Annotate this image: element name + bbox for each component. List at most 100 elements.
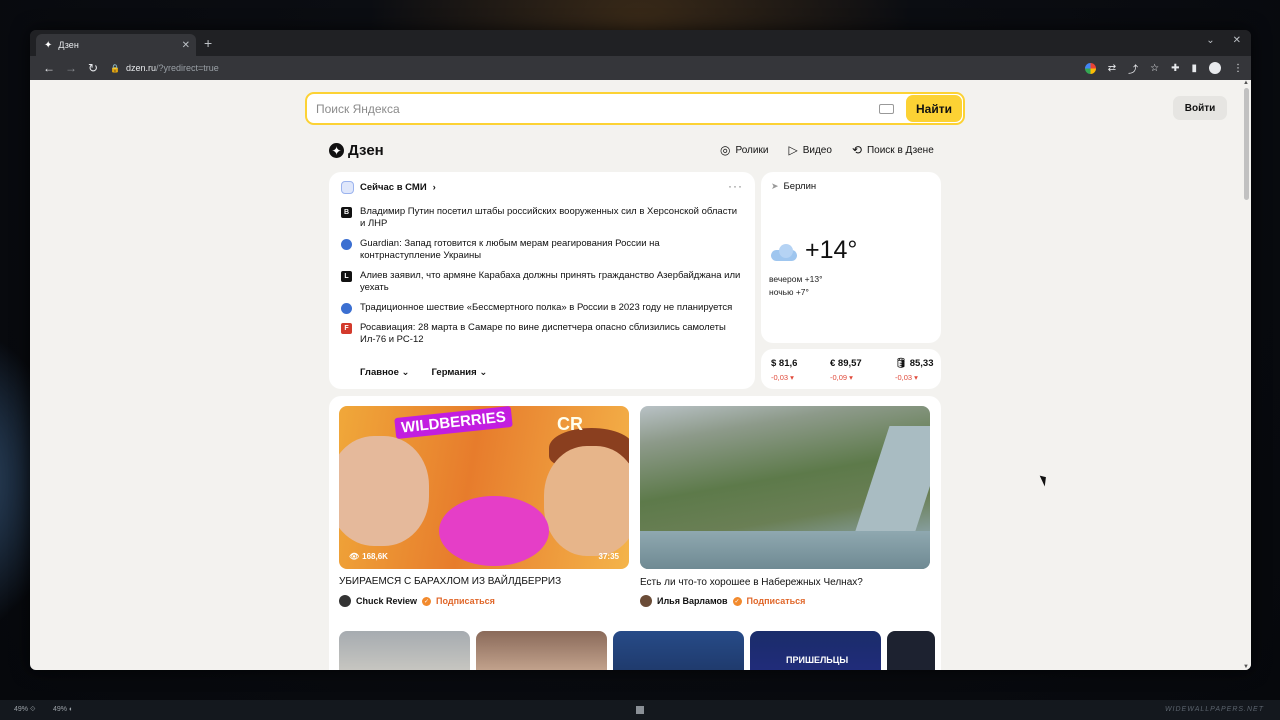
weather-card[interactable]: ➤ Берлин +14° вечером +13° ночью +7°	[761, 172, 941, 343]
bookmark-star-icon[interactable]: ☆	[1150, 63, 1159, 74]
news-tab-main[interactable]: Главное ⌄	[360, 367, 410, 378]
video-duration: 37:35	[598, 552, 619, 561]
mini-thumbnail[interactable]	[476, 631, 607, 670]
feed-title-1[interactable]: УБИРАЕМСЯ С БАРАХЛОМ ИЗ ВАЙЛДБЕРРИЗ	[339, 576, 561, 587]
profile-avatar-icon[interactable]	[1209, 62, 1221, 74]
news-item[interactable]: L Алиев заявил, что армяне Карабаха долж…	[341, 270, 743, 294]
rate-oil-value: 🛢 85,33	[895, 358, 934, 369]
translate-icon[interactable]: ⇄	[1108, 63, 1116, 74]
close-window-icon[interactable]: ✕	[1233, 35, 1241, 46]
rate-eur-change: -0,09 ▾	[830, 373, 853, 382]
chevron-down-icon: ⌄	[401, 367, 410, 378]
weather-city: ➤ Берлин	[771, 181, 816, 192]
rate-usd-change: -0,03 ▾	[771, 373, 794, 382]
share-icon[interactable]: ⤴	[1128, 61, 1138, 76]
thumbnail-pink-toy	[439, 496, 549, 566]
chevron-down-icon: ⌄	[479, 367, 488, 378]
news-card: Сейчас в СМИ › ··· B Владимир Путин посе…	[329, 172, 755, 389]
reload-icon[interactable]: ↻	[82, 61, 104, 75]
news-item[interactable]: Guardian: Запад готовится к любым мерам …	[341, 238, 743, 262]
nav-search-label: Поиск в Дзене	[866, 144, 934, 156]
search-icon: ⟲	[851, 143, 862, 157]
dzen-logo-icon: ✦	[329, 143, 344, 158]
taskbar-indicator-2[interactable]: 49% ◐	[53, 706, 73, 713]
news-item[interactable]: B Владимир Путин посетил штабы российски…	[341, 206, 743, 230]
login-button[interactable]: Войти	[1173, 96, 1227, 120]
news-header[interactable]: Сейчас в СМИ ›	[341, 181, 436, 194]
window-controls: ⌄ ✕	[1206, 35, 1241, 46]
thumbnail-river	[850, 426, 930, 546]
mini-thumbnail[interactable]: ПРИШЕЛЬЦЫ	[750, 631, 881, 670]
menu-kebab-icon[interactable]: ⋮	[1233, 63, 1243, 74]
new-tab-icon[interactable]: +	[204, 35, 212, 51]
author-row-1: Chuck Review ✓ Подписаться	[339, 595, 495, 607]
taskbar-app-icon[interactable]	[636, 706, 644, 714]
scroll-up-icon[interactable]: ▲	[1243, 80, 1249, 86]
keyboard-icon[interactable]	[879, 103, 894, 114]
news-item-text: Владимир Путин посетил штабы российских …	[360, 206, 738, 229]
shorts-icon: ◎	[720, 143, 731, 157]
news-item[interactable]: F Росавиация: 28 марта в Самаре по вине …	[341, 322, 743, 346]
location-arrow-icon: ➤	[771, 181, 779, 191]
news-item-text: Традиционное шествие «Бессмертного полка…	[360, 302, 733, 313]
logo-text: Дзен	[348, 142, 384, 159]
video-views: 👁 168,6K	[349, 552, 388, 561]
nav-search-dzen[interactable]: ⟲ Поиск в Дзене	[852, 143, 934, 157]
mini-thumbnail[interactable]	[339, 631, 470, 670]
thumbnail-cr-label: CR	[557, 414, 583, 434]
rate-usd-value: $ 81,6	[771, 358, 798, 369]
side-panel-icon[interactable]: ▮	[1191, 63, 1197, 74]
search-input[interactable]: Поиск Яндекса	[316, 102, 879, 116]
forecast-night: ночью +7°	[769, 287, 809, 297]
lock-icon: 🔒	[110, 63, 120, 73]
video-thumbnail-wildberries[interactable]: WILDBERRIES CR 👁 168,6K 37:35	[339, 406, 629, 569]
news-item[interactable]: Традиционное шествие «Бессмертного полка…	[341, 302, 743, 314]
forward-arrow-icon[interactable]: →	[60, 61, 82, 75]
page-scrollbar[interactable]: ▲ ▼	[1241, 80, 1251, 670]
verified-check-icon: ✓	[732, 596, 742, 606]
url-query: /?yredirect=true	[156, 63, 219, 73]
back-arrow-icon[interactable]: ←	[38, 61, 60, 75]
thumbnail-water	[640, 531, 930, 569]
verified-check-icon: ✓	[422, 596, 432, 606]
more-options-icon[interactable]: ···	[728, 179, 743, 193]
nav-video[interactable]: ▷ Видео	[788, 143, 831, 157]
address-bar[interactable]: 🔒 dzen.ru/?yredirect=true	[104, 58, 1085, 78]
author-avatar[interactable]	[339, 595, 351, 607]
article-thumbnail-chelny[interactable]	[640, 406, 930, 569]
google-icon[interactable]	[1084, 62, 1096, 74]
subscribe-button[interactable]: Подписаться	[436, 596, 495, 606]
feed-title-2[interactable]: Есть ли что-то хорошее в Набережных Челн…	[640, 577, 863, 588]
close-tab-icon[interactable]: ✕	[182, 40, 190, 51]
source-l-icon: L	[341, 271, 352, 282]
source-globe-icon	[341, 239, 352, 250]
mini-thumbnail[interactable]	[887, 631, 935, 670]
dzen-logo[interactable]: ✦ Дзен	[329, 142, 384, 159]
author-name[interactable]: Илья Варламов	[657, 596, 728, 606]
rate-usd: $ 81,6 -0,03 ▾	[771, 358, 797, 382]
author-avatar[interactable]	[640, 595, 652, 607]
views-count: 168,6K	[362, 552, 388, 561]
tab-strip: ✦ Дзен ✕ + ⌄ ✕	[30, 30, 1251, 56]
taskbar-indicator-1[interactable]: 49% ⟐	[14, 706, 35, 714]
rate-oil-change: -0,03 ▾	[895, 373, 918, 382]
forecast-evening: вечером +13°	[769, 274, 823, 284]
subscribe-button[interactable]: Подписаться	[747, 596, 806, 606]
news-item-text: Росавиация: 28 марта в Самаре по вине ди…	[360, 322, 726, 345]
news-list: B Владимир Путин посетил штабы российски…	[341, 206, 743, 354]
scroll-down-icon[interactable]: ▼	[1243, 664, 1249, 670]
news-item-text: Алиев заявил, что армяне Карабаха должны…	[360, 270, 741, 293]
news-tab-germany[interactable]: Германия ⌄	[432, 367, 488, 378]
mini-thumbnail[interactable]	[613, 631, 744, 670]
search-button[interactable]: Найти	[906, 95, 962, 122]
nav-shorts[interactable]: ◎ Ролики	[720, 143, 768, 157]
tab-search-chevron-icon[interactable]: ⌄	[1206, 35, 1214, 46]
author-row-2: Илья Варламов ✓ Подписаться	[640, 595, 805, 607]
rates-card[interactable]: $ 81,6 -0,03 ▾ € 89,57 -0,09 ▾ 🛢 85,33 -…	[761, 349, 941, 389]
news-smi-icon	[341, 181, 354, 194]
author-name[interactable]: Chuck Review	[356, 596, 417, 606]
scrollbar-thumb[interactable]	[1244, 88, 1249, 200]
extensions-puzzle-icon[interactable]: ✚	[1171, 63, 1179, 74]
browser-tab-dzen[interactable]: ✦ Дзен ✕	[36, 34, 196, 56]
mini-thumbnail-label: ПРИШЕЛЬЦЫ	[786, 655, 849, 665]
